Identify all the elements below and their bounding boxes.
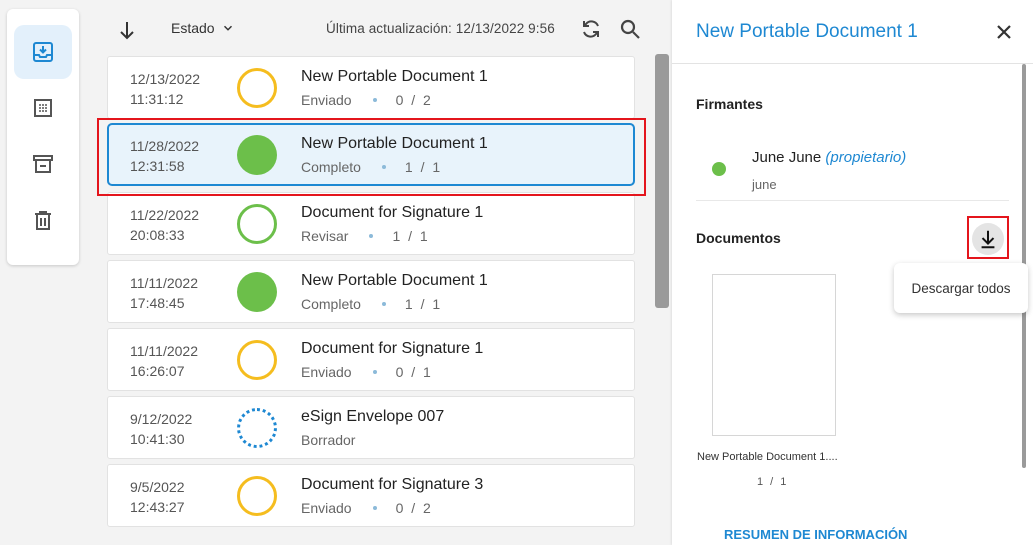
status-complete-icon [237,135,277,175]
trash-icon [35,211,51,230]
row-datetime: 12/13/2022 11:31:12 [130,71,201,107]
status-complete-icon [237,272,277,312]
row-datetime: 9/5/2022 12:43:27 [130,479,185,515]
list-toolbar: Estado Última actualización: 12/13/2022 … [107,10,652,48]
row-meta: Revisar 1 / 1 [301,228,430,244]
download-all-button[interactable] [972,223,1004,255]
close-icon[interactable] [992,20,1016,44]
signer-role: (propietario) [825,149,907,166]
nav-inbox-button[interactable] [14,25,72,79]
sort-arrow-down-icon[interactable] [115,18,139,42]
archive-icon [33,155,53,173]
row-meta: Enviado 0 / 2 [301,92,433,108]
document-page-count: 1 / 1 [757,476,789,488]
status-filter-label: Estado [171,20,215,36]
download-all-tooltip: Descargar todos [894,263,1028,313]
row-title: Document for Signature 1 [301,340,484,357]
row-datetime: 9/12/2022 10:41:30 [130,411,193,447]
download-arrow-icon [981,230,995,249]
row-meta: Borrador [301,432,356,448]
last-updated-text: Última actualización: 12/13/2022 9:56 [326,21,555,36]
dotted-grid-icon [34,99,52,117]
row-datetime: 11/11/2022 16:26:07 [130,343,198,379]
signer-status-dot [712,162,726,176]
envelope-row-selected[interactable]: 11/28/2022 12:31:58 New Portable Document… [107,123,635,186]
envelope-row[interactable]: 9/5/2022 12:43:27 Document for Signature … [107,464,635,527]
status-sent-icon [237,340,277,380]
row-datetime: 11/11/2022 17:48:45 [130,275,198,311]
nav-trash-button[interactable] [14,193,72,247]
row-title: New Portable Document 1 [301,68,488,85]
document-name: New Portable Document 1.... [697,451,838,463]
envelope-row[interactable]: 11/11/2022 17:48:45 New Portable Document… [107,260,635,323]
nav-grid-button[interactable] [14,81,72,135]
inbox-download-icon [33,42,53,62]
nav-archive-button[interactable] [14,137,72,191]
search-icon[interactable] [618,17,642,41]
status-filter-dropdown[interactable]: Estado [171,20,235,36]
document-thumbnail[interactable] [712,274,836,436]
row-meta: Enviado 0 / 2 [301,500,433,516]
status-review-icon [237,204,277,244]
status-sent-icon [237,68,277,108]
row-meta: Enviado 0 / 1 [301,364,433,380]
row-datetime: 11/28/2022 12:31:58 [130,138,200,174]
status-draft-icon [237,408,277,448]
row-title: New Portable Document 1 [301,272,488,289]
row-title: New Portable Document 1 [301,135,488,152]
signers-heading: Firmantes [696,96,763,112]
refresh-icon[interactable] [579,17,603,41]
row-datetime: 11/22/2022 20:08:33 [130,207,200,243]
panel-divider [672,63,1033,64]
status-sent-icon [237,476,277,516]
envelope-row[interactable]: 11/22/2022 20:08:33 Document for Signatur… [107,192,635,255]
signer-name: June June (propietario) [752,149,907,166]
summary-info-link[interactable]: RESUMEN DE INFORMACIÓN [724,527,907,542]
envelope-row[interactable]: 9/12/2022 10:41:30 eSign Envelope 007 Bor… [107,396,635,459]
section-divider [696,200,1009,201]
row-title: eSign Envelope 007 [301,408,445,425]
detail-title: New Portable Document 1 [696,21,918,42]
envelope-row[interactable]: 12/13/2022 11:31:12 New Portable Document… [107,56,635,119]
row-meta: Completo 1 / 1 [301,159,443,175]
row-meta: Completo 1 / 1 [301,296,443,312]
chevron-down-icon [223,25,232,31]
list-scrollbar[interactable] [655,54,669,308]
envelope-row[interactable]: 11/11/2022 16:26:07 Document for Signatur… [107,328,635,391]
row-title: Document for Signature 3 [301,476,484,493]
documents-heading: Documentos [696,230,781,246]
row-title: Document for Signature 1 [301,204,484,221]
signer-username: june [752,177,777,192]
nav-rail [7,9,79,265]
